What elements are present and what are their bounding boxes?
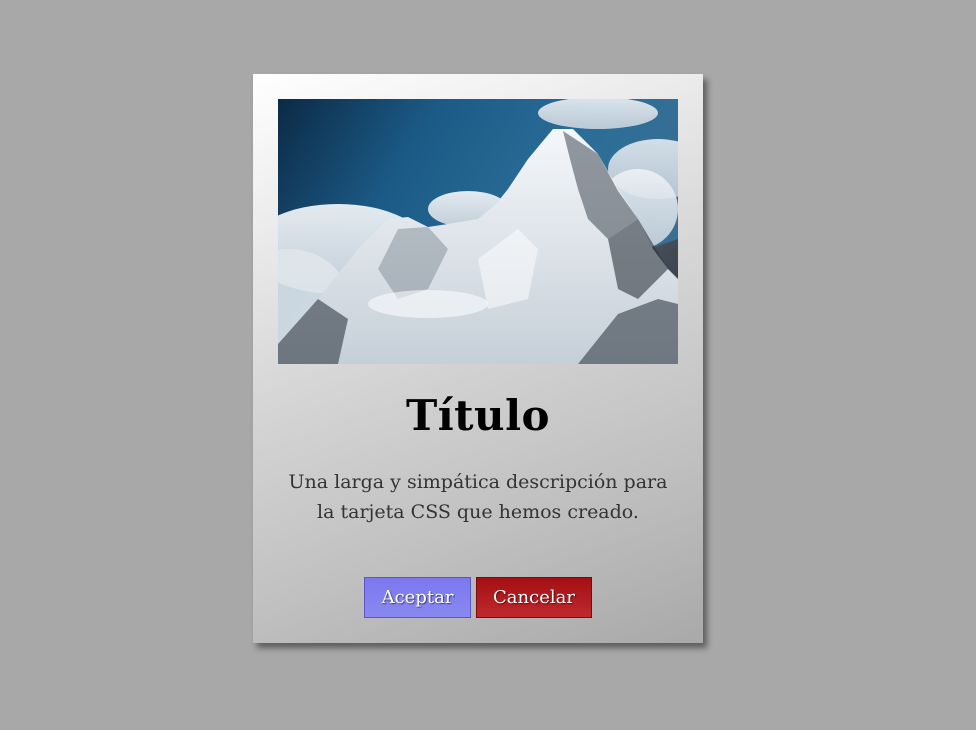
page: Título Una larga y simpática descripción…	[0, 0, 976, 730]
card-title: Título	[405, 391, 551, 440]
card-image	[278, 99, 678, 364]
card-description: Una larga y simpática descripción para l…	[288, 471, 668, 523]
cancel-button[interactable]: Cancelar	[476, 577, 592, 618]
accept-button[interactable]: Aceptar	[364, 577, 471, 618]
card: Título Una larga y simpática descripción…	[253, 74, 703, 643]
button-row: Aceptar Cancelar	[253, 577, 703, 618]
